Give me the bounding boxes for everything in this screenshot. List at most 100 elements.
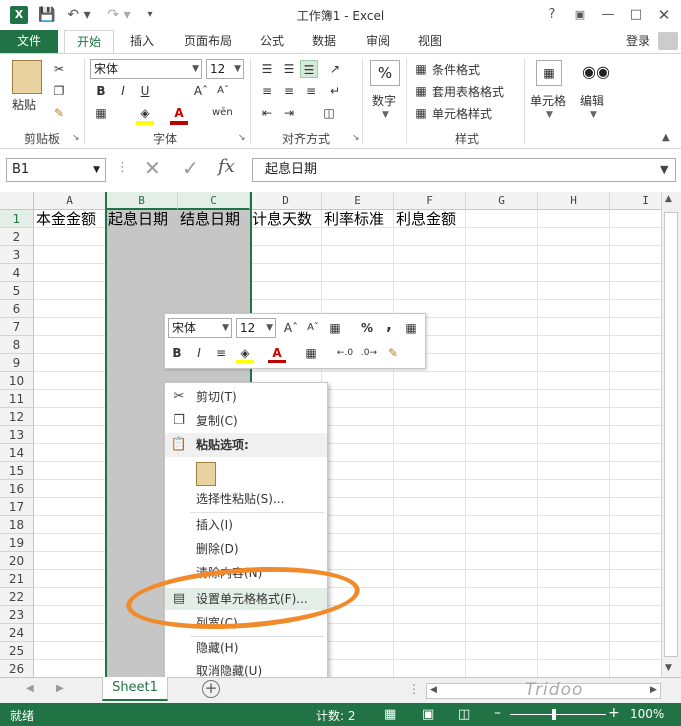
scroll-right-icon[interactable]: ▶ xyxy=(650,685,657,695)
cell-f1[interactable]: 利息金额 xyxy=(396,210,456,228)
row-header-9[interactable]: 9 xyxy=(0,354,34,372)
align-center-icon[interactable]: ≡ xyxy=(280,82,298,100)
sheet-next-icon[interactable]: ▶ xyxy=(56,683,64,694)
format-table-icon[interactable]: ▦ xyxy=(412,82,430,100)
chevron-down-icon[interactable]: ▼ xyxy=(546,110,553,120)
fill-color-icon[interactable]: ◈ xyxy=(136,104,154,122)
phonetic-icon[interactable]: wēn xyxy=(212,104,233,122)
scroll-up-icon[interactable]: ▲ xyxy=(665,194,672,204)
minimize-icon[interactable]: — xyxy=(598,5,618,25)
cells-button[interactable]: 单元格 xyxy=(530,92,566,109)
font-color-icon[interactable]: A xyxy=(170,104,188,122)
sheet-tab-sheet1[interactable]: Sheet1 xyxy=(102,677,168,701)
cancel-icon[interactable]: ✕ xyxy=(144,156,161,180)
menu-item-paste-special[interactable]: 选择性粘贴(S)... xyxy=(196,489,284,509)
tab-data[interactable]: 数据 xyxy=(304,30,344,54)
italic-button[interactable]: I xyxy=(114,82,132,100)
binoculars-icon[interactable]: ◉◉ xyxy=(582,60,610,86)
shrink-font-icon[interactable]: Aˇ xyxy=(214,82,232,100)
column-header-g[interactable]: G xyxy=(466,192,538,210)
row-header-12[interactable]: 12 xyxy=(0,408,34,426)
row-header-23[interactable]: 23 xyxy=(0,606,34,624)
align-top-icon[interactable]: ☰ xyxy=(258,60,276,78)
paste-button[interactable]: 粘贴 xyxy=(12,96,36,113)
close-icon[interactable]: ✕ xyxy=(654,5,674,25)
scroll-down-icon[interactable]: ▼ xyxy=(665,663,672,673)
tab-formulas[interactable]: 公式 xyxy=(252,30,292,54)
menu-item-cut[interactable]: 剪切(T) xyxy=(196,387,237,407)
decrease-indent-icon[interactable]: ⇤ xyxy=(258,104,276,122)
cell-styles-icon[interactable]: ▦ xyxy=(412,104,430,122)
grow-font-icon[interactable]: Aˆ xyxy=(192,82,210,100)
align-middle-icon[interactable]: ☰ xyxy=(280,60,298,78)
row-header-13[interactable]: 13 xyxy=(0,426,34,444)
mini-align-center-icon[interactable]: ≡ xyxy=(212,344,230,362)
tab-home[interactable]: 开始 xyxy=(64,30,114,54)
font-launcher-icon[interactable]: ↘ xyxy=(238,133,246,143)
tab-review[interactable]: 审阅 xyxy=(358,30,398,54)
row-header-6[interactable]: 6 xyxy=(0,300,34,318)
row-header-5[interactable]: 5 xyxy=(0,282,34,300)
cell-styles-button[interactable]: 单元格样式 xyxy=(432,105,492,122)
decrease-decimal-icon[interactable]: .0→ xyxy=(360,344,378,362)
row-header-17[interactable]: 17 xyxy=(0,498,34,516)
page-break-view-icon[interactable]: ◫ xyxy=(458,707,470,722)
mini-format-painter-icon[interactable]: ✎ xyxy=(384,344,402,362)
scrollbar-thumb[interactable] xyxy=(664,212,678,657)
cell-a1[interactable]: 本金金额 xyxy=(36,210,96,228)
add-sheet-button[interactable]: + xyxy=(202,680,220,698)
zoom-out-icon[interactable]: – xyxy=(494,705,501,721)
row-header-7[interactable]: 7 xyxy=(0,318,34,336)
menu-item-insert[interactable]: 插入(I) xyxy=(196,515,233,535)
mini-shrink-font-icon[interactable]: Aˇ xyxy=(304,319,322,337)
format-painter-icon[interactable]: ✎ xyxy=(50,104,68,122)
paste-clipboard-icon[interactable] xyxy=(196,462,216,486)
maximize-icon[interactable]: □ xyxy=(626,5,646,25)
clipboard-icon[interactable] xyxy=(12,60,42,94)
mini-table-icon[interactable]: ▦ xyxy=(402,319,420,337)
row-header-26[interactable]: 26 xyxy=(0,660,34,678)
scissors-icon[interactable]: ✂ xyxy=(50,60,68,78)
menu-item-copy[interactable]: 复制(C) xyxy=(196,411,238,431)
name-box[interactable]: B1 ▼ xyxy=(6,158,106,182)
row-header-1[interactable]: 1 xyxy=(0,210,34,228)
underline-button[interactable]: U xyxy=(136,82,154,100)
login-link[interactable]: 登录 xyxy=(620,30,656,54)
insert-function-icon[interactable]: fx xyxy=(218,156,235,177)
increase-decimal-icon[interactable]: ←.0 xyxy=(336,344,354,362)
number-format-button[interactable]: 数字 xyxy=(372,92,396,109)
mini-comma-button[interactable]: , xyxy=(380,316,398,334)
column-header-f[interactable]: F xyxy=(394,192,466,210)
page-layout-view-icon[interactable]: ▣ xyxy=(422,707,434,722)
row-header-25[interactable]: 25 xyxy=(0,642,34,660)
increase-indent-icon[interactable]: ⇥ xyxy=(280,104,298,122)
cell-d1[interactable]: 计息天数 xyxy=(252,210,312,228)
zoom-slider-thumb[interactable] xyxy=(552,709,556,720)
row-header-3[interactable]: 3 xyxy=(0,246,34,264)
row-header-14[interactable]: 14 xyxy=(0,444,34,462)
bold-button[interactable]: B xyxy=(92,82,110,100)
clipboard-launcher-icon[interactable]: ↘ xyxy=(72,133,80,143)
wrap-text-icon[interactable]: ↵ xyxy=(326,82,344,100)
mini-borders-icon[interactable]: ▦ xyxy=(302,344,320,362)
copy-icon[interactable]: ❐ xyxy=(50,82,68,100)
tab-page-layout[interactable]: 页面布局 xyxy=(176,30,240,54)
collapse-ribbon-icon[interactable]: ▲ xyxy=(662,132,670,143)
align-launcher-icon[interactable]: ↘ xyxy=(352,133,360,143)
align-bottom-icon[interactable]: ☰ xyxy=(300,60,318,78)
format-table-button[interactable]: 套用表格格式 xyxy=(432,83,504,100)
mini-percent-button[interactable]: % xyxy=(358,319,376,337)
align-left-icon[interactable]: ≡ xyxy=(258,82,276,100)
conditional-format-icon[interactable]: ▦ xyxy=(412,60,430,78)
cells-icon[interactable]: ▦ xyxy=(536,60,562,86)
conditional-format-button[interactable]: 条件格式 xyxy=(432,61,480,78)
mini-size-combo[interactable]: 12 ▼ xyxy=(236,318,276,338)
zoom-in-icon[interactable]: + xyxy=(608,705,620,721)
row-header-15[interactable]: 15 xyxy=(0,462,34,480)
row-header-21[interactable]: 21 xyxy=(0,570,34,588)
mini-bold-button[interactable]: B xyxy=(168,344,186,362)
row-header-24[interactable]: 24 xyxy=(0,624,34,642)
menu-item-delete[interactable]: 删除(D) xyxy=(196,539,239,559)
formula-input[interactable]: 起息日期 xyxy=(252,158,676,182)
column-header-a[interactable]: A xyxy=(34,192,106,210)
